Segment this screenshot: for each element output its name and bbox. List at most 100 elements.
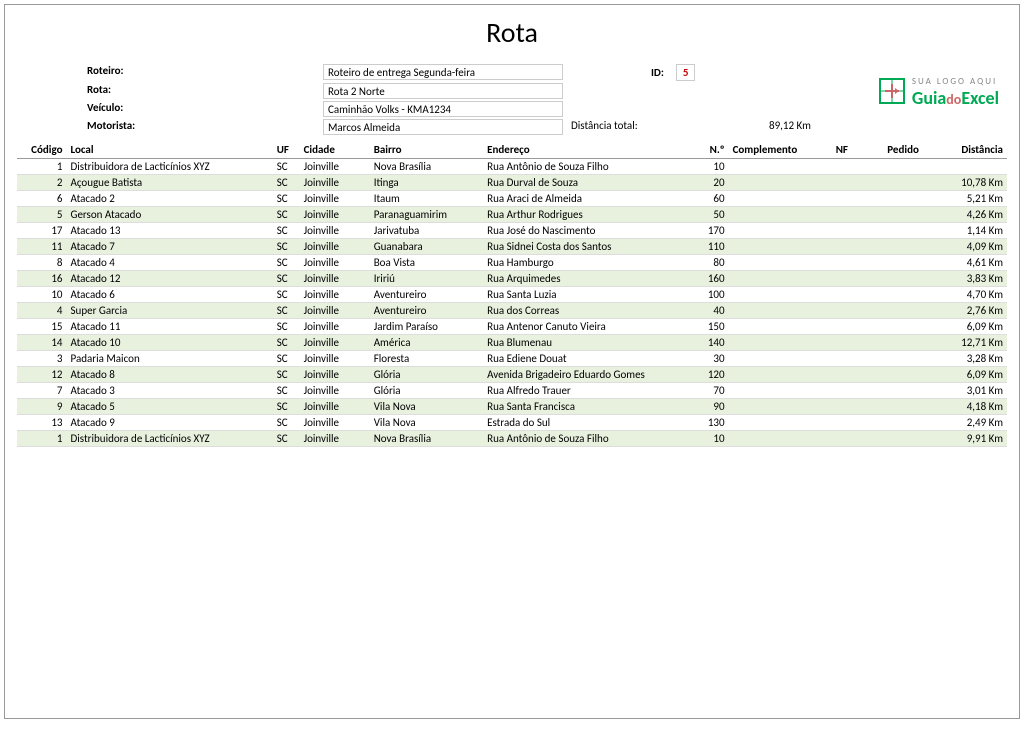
cell-bairro: Jarivatuba [370, 223, 483, 239]
motorista-field[interactable]: Marcos Almeida [323, 119, 563, 135]
page-container: Rota Roteiro: Roteiro de entrega Segunda… [4, 4, 1020, 719]
roteiro-field[interactable]: Roteiro de entrega Segunda-feira [323, 64, 563, 80]
cell-codigo: 12 [17, 367, 67, 383]
cell-complemento [729, 287, 832, 303]
cell-nf [832, 287, 884, 303]
cell-complemento [729, 383, 832, 399]
table-row: 4Super GarciaSCJoinvilleAventureiroRua d… [17, 303, 1007, 319]
cell-nf [832, 383, 884, 399]
cell-nf [832, 175, 884, 191]
cell-bairro: Glória [370, 367, 483, 383]
distancia-value: 89,12 Km [769, 119, 949, 135]
cell-pedido [883, 303, 945, 319]
roteiro-label: Roteiro: [87, 64, 315, 81]
cell-complemento [729, 319, 832, 335]
cell-pedido [883, 431, 945, 447]
cell-n: 120 [689, 367, 728, 383]
cell-nf [832, 255, 884, 271]
cell-codigo: 10 [17, 287, 67, 303]
col-pedido: Pedido [883, 141, 945, 159]
col-uf: UF [273, 141, 300, 159]
cell-codigo: 9 [17, 399, 67, 415]
cell-cidade: Joinville [300, 319, 370, 335]
cell-complemento [729, 303, 832, 319]
cell-cidade: Joinville [300, 223, 370, 239]
cell-codigo: 7 [17, 383, 67, 399]
cell-local: Atacado 13 [67, 223, 273, 239]
cell-endereco: Rua Alfredo Trauer [483, 383, 689, 399]
veiculo-label: Veículo: [87, 101, 315, 117]
col-bairro: Bairro [370, 141, 483, 159]
cell-distancia: 4,61 Km [945, 255, 1007, 271]
cell-uf: SC [273, 383, 300, 399]
cell-uf: SC [273, 159, 300, 175]
table-row: 17Atacado 13SCJoinvilleJarivatubaRua Jos… [17, 223, 1007, 239]
cell-distancia: 6,09 Km [945, 367, 1007, 383]
logo-guia: Guia [912, 87, 946, 109]
cell-endereco: Rua Hamburgo [483, 255, 689, 271]
cell-local: Açougue Batista [67, 175, 273, 191]
route-table: Código Local UF Cidade Bairro Endereço N… [17, 141, 1007, 447]
cell-complemento [729, 367, 832, 383]
cell-nf [832, 271, 884, 287]
cell-bairro: Iririú [370, 271, 483, 287]
cell-pedido [883, 367, 945, 383]
cell-nf [832, 239, 884, 255]
cell-codigo: 15 [17, 319, 67, 335]
cell-endereco: Rua Sidnei Costa dos Santos [483, 239, 689, 255]
cell-n: 40 [689, 303, 728, 319]
cell-codigo: 13 [17, 415, 67, 431]
cell-local: Atacado 3 [67, 383, 273, 399]
cell-pedido [883, 207, 945, 223]
cell-complemento [729, 431, 832, 447]
cell-uf: SC [273, 287, 300, 303]
cell-codigo: 17 [17, 223, 67, 239]
cell-nf [832, 335, 884, 351]
cell-nf [832, 191, 884, 207]
logo-do: do [946, 91, 961, 108]
cell-uf: SC [273, 223, 300, 239]
cell-bairro: Aventureiro [370, 303, 483, 319]
header-section: Roteiro: Roteiro de entrega Segunda-feir… [17, 64, 1007, 135]
cell-local: Atacado 12 [67, 271, 273, 287]
cell-endereco: Rua José do Nascimento [483, 223, 689, 239]
table-row: 2Açougue BatistaSCJoinvilleItingaRua Dur… [17, 175, 1007, 191]
cell-cidade: Joinville [300, 175, 370, 191]
cell-uf: SC [273, 415, 300, 431]
cell-complemento [729, 207, 832, 223]
cell-complemento [729, 175, 832, 191]
cell-codigo: 16 [17, 271, 67, 287]
cell-endereco: Rua Durval de Souza [483, 175, 689, 191]
col-codigo: Código [17, 141, 67, 159]
rota-field[interactable]: Rota 2 Norte [323, 83, 563, 99]
cell-nf [832, 319, 884, 335]
cell-local: Atacado 4 [67, 255, 273, 271]
cell-n: 140 [689, 335, 728, 351]
cell-n: 70 [689, 383, 728, 399]
cell-local: Atacado 7 [67, 239, 273, 255]
table-row: 12Atacado 8SCJoinvilleGlóriaAvenida Brig… [17, 367, 1007, 383]
cell-codigo: 11 [17, 239, 67, 255]
table-row: 16Atacado 12SCJoinvilleIririúRua Arquime… [17, 271, 1007, 287]
id-value[interactable]: 5 [676, 64, 696, 81]
cell-endereco: Rua Santa Francisca [483, 399, 689, 415]
cell-bairro: Guanabara [370, 239, 483, 255]
cell-codigo: 4 [17, 303, 67, 319]
cell-complemento [729, 271, 832, 287]
table-row: 7Atacado 3SCJoinvilleGlóriaRua Alfredo T… [17, 383, 1007, 399]
cell-nf [832, 159, 884, 175]
cell-complemento [729, 255, 832, 271]
table-row: 8Atacado 4SCJoinvilleBoa VistaRua Hambur… [17, 255, 1007, 271]
cell-cidade: Joinville [300, 415, 370, 431]
cell-uf: SC [273, 175, 300, 191]
cell-local: Distribuidora de Lacticínios XYZ [67, 159, 273, 175]
cell-local: Atacado 11 [67, 319, 273, 335]
veiculo-field[interactable]: Caminhão Volks - KMA1234 [323, 101, 563, 117]
cell-endereco: Rua Antônio de Souza Filho [483, 159, 689, 175]
table-row: 1Distribuidora de Lacticínios XYZSCJoinv… [17, 159, 1007, 175]
cell-endereco: Rua Antenor Canuto Vieira [483, 319, 689, 335]
cell-endereco: Rua Ediene Douat [483, 351, 689, 367]
table-row: 14Atacado 10SCJoinvilleAméricaRua Blumen… [17, 335, 1007, 351]
cell-cidade: Joinville [300, 287, 370, 303]
cell-endereco: Avenida Brigadeiro Eduardo Gomes [483, 367, 689, 383]
